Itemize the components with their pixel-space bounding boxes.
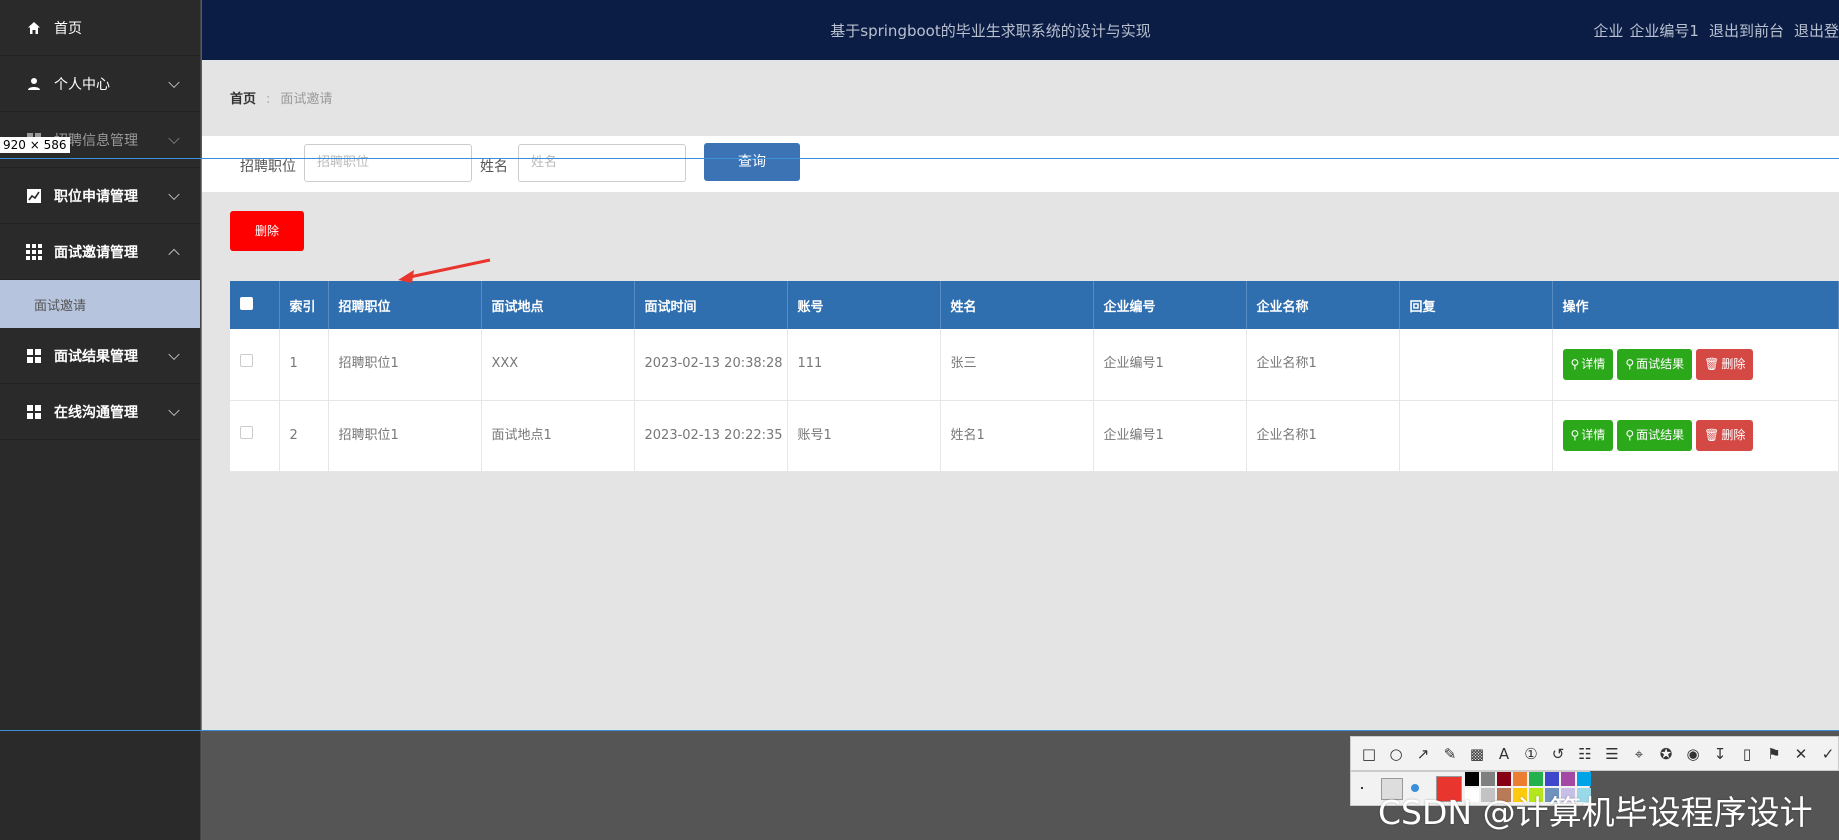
cell-name: 张三: [940, 329, 1094, 401]
col-header[interactable]: 企业编号: [1093, 281, 1247, 329]
search-icon: ⚲: [1570, 356, 1580, 371]
ocr-icon[interactable]: ☷: [1575, 745, 1595, 763]
col-header[interactable]: 回复: [1399, 281, 1553, 329]
detail-label: 详情: [1581, 356, 1606, 371]
ellipse-tool-icon[interactable]: ○: [1386, 745, 1406, 763]
cell-reply: [1399, 400, 1553, 472]
close-icon[interactable]: ✕: [1791, 745, 1811, 763]
color-swatch[interactable]: [1545, 772, 1559, 786]
result-label: 面试结果: [1636, 428, 1685, 442]
grid-icon: [26, 404, 42, 420]
user-role: 企业: [1593, 22, 1624, 40]
col-header[interactable]: 账号: [787, 281, 941, 329]
mosaic-tool-icon[interactable]: ▩: [1467, 745, 1487, 763]
search-icon: ⚲: [1625, 356, 1635, 371]
logout-link[interactable]: 退出登: [1794, 22, 1839, 40]
chevron-down-icon: [168, 404, 180, 416]
col-header[interactable]: 面试时间: [634, 281, 788, 329]
cell-account: 账号1: [787, 400, 941, 472]
cell-job: 招聘职位1: [328, 400, 482, 472]
delete-label: 删除: [1721, 356, 1746, 371]
table-row: 2 招聘职位1 面试地点1 2023-02-13 20:22:35 账号1 姓名…: [230, 400, 1839, 472]
bookmark-icon[interactable]: ⚑: [1764, 745, 1784, 763]
cell-company-no: 企业编号1: [1093, 329, 1247, 401]
result-label: 面试结果: [1636, 356, 1685, 371]
cell-name: 姓名1: [940, 400, 1094, 472]
scan-icon[interactable]: ⌖: [1629, 745, 1649, 763]
query-button[interactable]: 查询: [704, 143, 800, 181]
snip-toolbar: □ ○ ↗ ✎ ▩ A ① ↺ ☷ ☰ ⌖ ✪ ◉ ↧ ▯ ⚑ ✕ ✓: [1350, 736, 1839, 771]
cell-time-text: 2023-02-13 20:22:35: [644, 427, 783, 443]
row-select-cell: [230, 400, 280, 472]
pin-icon[interactable]: ✪: [1656, 745, 1676, 763]
watermark: CSDN @计算机毕设程序设计: [1378, 793, 1813, 832]
chevron-down-icon: [168, 348, 180, 360]
rectangle-tool-icon[interactable]: □: [1359, 745, 1379, 763]
cell-actions: ⚲ 详情 ⚲ 面试结果 🗑 删除: [1552, 400, 1839, 472]
sidebar-item-chat[interactable]: 在线沟通管理: [0, 384, 200, 440]
result-button[interactable]: ⚲ 面试结果: [1617, 420, 1693, 451]
header-user-area: 企业 企业编号1 退出到前台 退出登: [1583, 20, 1839, 41]
cell-index: 1: [279, 329, 329, 401]
search-icon: ⚲: [1625, 428, 1635, 442]
col-header: 操作: [1552, 281, 1839, 329]
cell-job: 招聘职位1: [328, 329, 482, 401]
record-icon[interactable]: ◉: [1683, 745, 1703, 763]
size-small-icon[interactable]: [1361, 787, 1363, 789]
sidebar-item-label: 在线沟通管理: [54, 404, 138, 421]
to-front-link[interactable]: 退出到前台: [1709, 22, 1784, 40]
cell-reply: [1399, 329, 1553, 401]
arrow-tool-icon[interactable]: ↗: [1413, 745, 1433, 763]
sidebar-item-label: 面试结果管理: [54, 348, 138, 365]
color-swatch[interactable]: [1481, 772, 1495, 786]
cell-time: 2023-02-13 20:22:35: [634, 400, 788, 472]
color-swatch[interactable]: [1577, 772, 1591, 786]
cell-company-no: 企业编号1: [1093, 400, 1247, 472]
color-swatch[interactable]: [1497, 772, 1511, 786]
cell-company-name: 企业名称1: [1246, 400, 1400, 472]
row-checkbox[interactable]: [240, 354, 253, 368]
detail-button[interactable]: ⚲ 详情: [1562, 348, 1614, 380]
text-tool-icon[interactable]: A: [1494, 745, 1514, 763]
color-swatch[interactable]: [1561, 772, 1575, 786]
number-tool-icon[interactable]: ①: [1521, 745, 1541, 763]
table-row: 1 招聘职位1 XXX 2023-02-13 20:38:28 111 张三 企…: [230, 329, 1839, 401]
row-select-cell: [230, 329, 280, 401]
color-swatch[interactable]: [1529, 772, 1543, 786]
color-swatch[interactable]: [1513, 772, 1527, 786]
delete-row-button[interactable]: 🗑 删除: [1696, 348, 1754, 380]
confirm-icon[interactable]: ✓: [1818, 745, 1838, 763]
cell-place: XXX: [481, 329, 635, 401]
color-swatch[interactable]: [1465, 772, 1479, 786]
cell-time-text: 2023-02-13 20:38:28: [644, 356, 783, 372]
trash-icon: 🗑: [1704, 356, 1720, 371]
cell-time: 2023-02-13 20:38:28: [634, 329, 788, 401]
col-header[interactable]: 企业名称: [1246, 281, 1400, 329]
phone-icon[interactable]: ▯: [1737, 745, 1757, 763]
data-table: 索引 招聘职位 面试地点 面试时间 账号 姓名 企业编号 企业名称 回复 操作 …: [230, 281, 1839, 472]
user-name: 企业编号1: [1629, 22, 1699, 40]
undo-icon[interactable]: ↺: [1548, 745, 1568, 763]
cell-company-name: 企业名称1: [1246, 329, 1400, 401]
detail-label: 详情: [1581, 428, 1606, 442]
pen-tool-icon[interactable]: ✎: [1440, 745, 1460, 763]
cell-place: 面试地点1: [481, 400, 635, 472]
selection-bottom-edge[interactable]: [0, 730, 1839, 731]
annotation-arrow-icon: [398, 258, 491, 283]
cell-index: 2: [279, 400, 329, 472]
trash-icon: 🗑: [1704, 428, 1720, 442]
cell-account: 111: [787, 329, 941, 401]
sidebar-item-interview-result[interactable]: 面试结果管理: [0, 328, 200, 384]
cell-actions: ⚲ 详情 ⚲ 面试结果 🗑 删除: [1552, 329, 1839, 401]
detail-button[interactable]: ⚲ 详情: [1562, 420, 1614, 451]
download-icon[interactable]: ↧: [1710, 745, 1730, 763]
result-button[interactable]: ⚲ 面试结果: [1617, 348, 1693, 380]
translate-icon[interactable]: ☰: [1602, 745, 1622, 763]
col-header[interactable]: 姓名: [940, 281, 1094, 329]
delete-label: 删除: [1721, 428, 1746, 442]
search-icon: ⚲: [1570, 428, 1580, 442]
grid-icon: [26, 348, 42, 364]
row-checkbox[interactable]: [240, 425, 253, 439]
delete-row-button[interactable]: 🗑 删除: [1696, 420, 1754, 451]
